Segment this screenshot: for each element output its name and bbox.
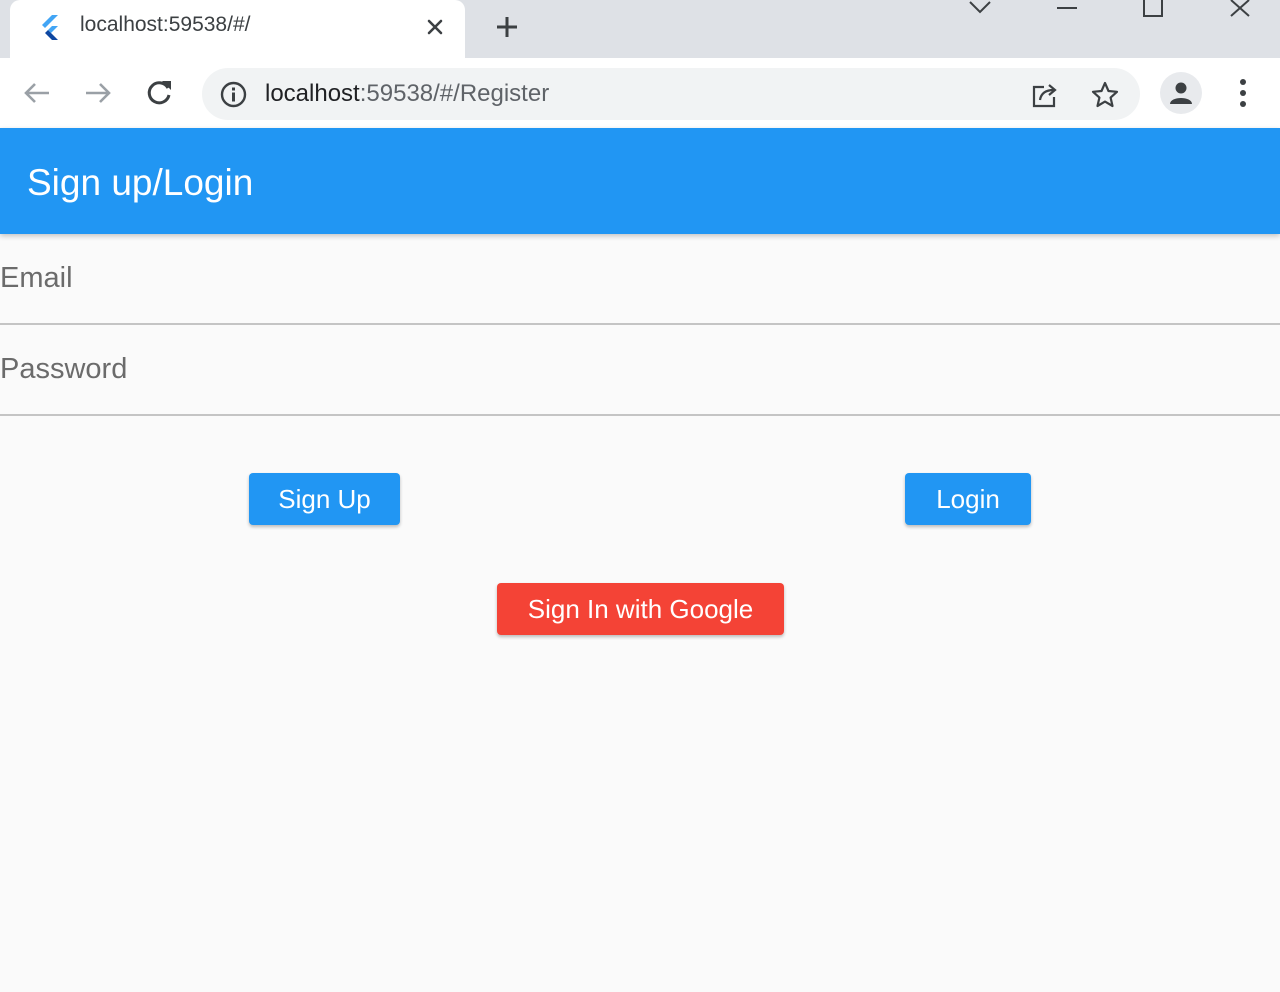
person-icon <box>1170 82 1192 104</box>
info-icon[interactable] <box>220 81 247 108</box>
arrow-right-icon[interactable] <box>83 78 113 108</box>
url-path: :59538/#/Register <box>359 80 550 107</box>
tab-close-icon[interactable] <box>424 16 446 38</box>
email-input[interactable] <box>0 234 1280 323</box>
sign-up-button[interactable]: Sign Up <box>249 473 400 525</box>
star-icon[interactable] <box>1090 80 1120 110</box>
browser-tab[interactable]: localhost:59538/#/ <box>10 0 465 58</box>
page-title: Sign up/Login <box>27 162 254 203</box>
password-field[interactable] <box>0 325 1280 416</box>
email-field[interactable] <box>0 234 1280 325</box>
flutter-icon <box>42 15 58 40</box>
app-bar: Sign up/Login <box>0 128 1280 234</box>
share-icon[interactable] <box>1030 80 1060 110</box>
browser-tab-strip: localhost:59538/#/ <box>0 0 1280 58</box>
tab-title: localhost:59538/#/ <box>80 13 251 36</box>
kebab-menu-icon[interactable] <box>1229 76 1257 110</box>
url-text[interactable]: localhost:59538/#/Register <box>265 80 549 108</box>
google-sign-in-button[interactable]: Sign In with Google <box>497 583 784 635</box>
profile-avatar[interactable] <box>1160 72 1202 114</box>
chevron-down-icon[interactable] <box>966 0 994 20</box>
url-host: localhost <box>265 80 360 107</box>
arrow-left-icon[interactable] <box>22 78 52 108</box>
reload-icon[interactable] <box>144 78 174 108</box>
plus-icon[interactable] <box>494 14 520 40</box>
browser-toolbar: localhost:59538/#/Register <box>0 58 1280 128</box>
address-bar[interactable]: localhost:59538/#/Register <box>202 68 1140 120</box>
login-button[interactable]: Login <box>905 473 1031 525</box>
minimize-icon[interactable] <box>1053 0 1081 20</box>
maximize-icon[interactable] <box>1139 0 1167 20</box>
password-input[interactable] <box>0 325 1280 414</box>
close-icon[interactable] <box>1226 0 1254 20</box>
